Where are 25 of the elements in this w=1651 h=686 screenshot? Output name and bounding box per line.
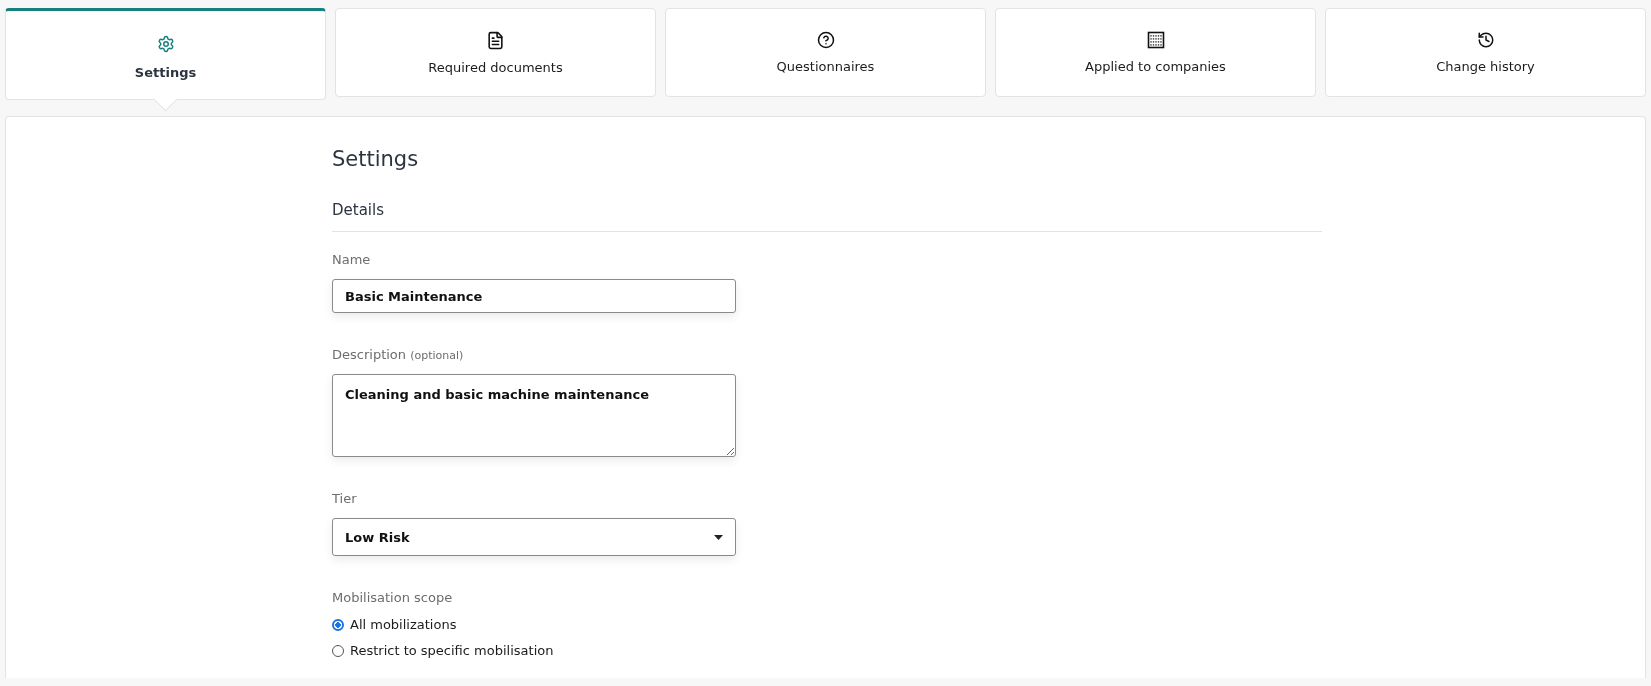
tab[interactable]: Applied to companies [995,8,1316,97]
radio-label: All mobilizations [350,617,457,632]
tab[interactable]: Change history [1325,8,1646,97]
description-field[interactable]: Cleaning and basic machine maintenance [332,374,736,457]
tier-select[interactable]: Low Risk [332,518,736,556]
radio-button[interactable] [332,644,344,657]
grid-icon [1146,31,1165,49]
tab[interactable]: Required documents [335,8,656,97]
radio-button[interactable] [332,618,344,631]
field-label: Tier [332,491,358,506]
question-icon [816,31,835,49]
radio-option[interactable]: All mobilizations [332,617,1322,632]
name-field[interactable]: Basic Maintenance [332,279,736,313]
field-label: Description (optional) [332,347,465,362]
caret-icon [714,534,723,540]
tab[interactable]: Questionnaires [665,8,986,97]
field-label: Name [332,252,372,267]
field-label: Mobilisation scope [332,590,454,605]
gear-icon [156,34,175,53]
page-title: Settings [332,147,420,171]
section-title: Details [332,201,1322,232]
history-icon [1476,31,1495,49]
document-icon [486,30,505,50]
radio-option[interactable]: Restrict to specific mobilisation [332,643,1322,658]
radio-label: Restrict to specific mobilisation [350,643,554,658]
